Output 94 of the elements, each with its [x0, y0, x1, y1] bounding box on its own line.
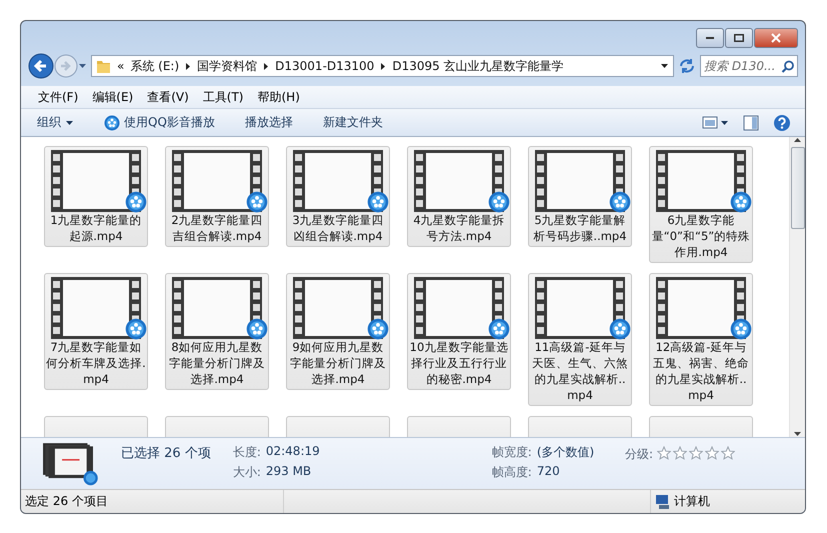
- preview-pane-icon[interactable]: [743, 114, 759, 130]
- rating-label: 分级:: [624, 446, 653, 463]
- star-icon[interactable]: [689, 446, 703, 460]
- player-icon: [246, 318, 268, 340]
- file-tile[interactable]: 6九星数字能量“0”和“5”的特殊作用.mp4: [649, 146, 753, 263]
- history-dropdown-icon[interactable]: [78, 62, 87, 70]
- file-name: 4九星数字能量拆号方法.mp4: [412, 212, 506, 244]
- file-name: 12高级篇-延年与五鬼、祸害、绝命的九星实战解析..mp4: [652, 339, 750, 403]
- star-icon[interactable]: [673, 446, 687, 460]
- scrollbar[interactable]: [789, 137, 805, 437]
- refresh-icon[interactable]: [678, 57, 696, 75]
- star-icon[interactable]: [705, 446, 719, 460]
- status-text: 选定 26 个项目: [25, 493, 108, 510]
- player-icon: [367, 318, 389, 340]
- minimize-icon: [706, 37, 714, 39]
- star-icon[interactable]: [721, 446, 735, 460]
- player-icon: [488, 318, 510, 340]
- dropdown-caret-icon[interactable]: [660, 62, 669, 70]
- search-field[interactable]: 搜索 D130...: [700, 55, 798, 77]
- file-name: 8如何应用九星数字能量分析门牌及选择.mp4: [168, 339, 266, 387]
- toolbar-button[interactable]: 播放选择: [242, 111, 295, 134]
- file-name: 9如何应用九星数字能量分析门牌及选择.mp4: [289, 339, 387, 387]
- file-tile[interactable]: 11高级篇-延年与天医、生气、六煞的九星实战解析..mp4: [528, 273, 632, 406]
- breadcrumb-item[interactable]: 系统 (E:): [130, 58, 180, 74]
- file-tile[interactable]: 2九星数字能量四吉组合解读.mp4: [165, 146, 269, 247]
- player-icon: [104, 114, 120, 130]
- menu-item[interactable]: 工具(T): [196, 86, 250, 108]
- file-tile[interactable]: 8如何应用九星数字能量分析门牌及选择.mp4: [165, 273, 269, 390]
- breadcrumb-item[interactable]: 国学资料馆: [197, 58, 258, 74]
- breadcrumb-overflow[interactable]: «: [117, 59, 124, 73]
- breadcrumb-item[interactable]: D13095 玄山业九星数字能量学: [392, 58, 564, 74]
- minimize-button[interactable]: [696, 28, 724, 48]
- computer-icon: [655, 494, 670, 510]
- chevron-icon[interactable]: [380, 62, 386, 70]
- property-label: 大小:: [232, 464, 261, 481]
- view-options-icon[interactable]: [702, 115, 729, 130]
- folder-icon: [96, 58, 111, 74]
- property-value: 02:48:19: [266, 444, 320, 460]
- property-label: 帧高度:: [492, 464, 532, 481]
- property-label: 长度:: [232, 444, 261, 461]
- file-name: 11高级篇-延年与天医、生气、六煞的九星实战解析..mp4: [531, 339, 629, 403]
- property-value: 720: [536, 464, 561, 480]
- chevron-icon[interactable]: [185, 62, 192, 70]
- file-name: 3九星数字能量四凶组合解读.mp4: [291, 212, 385, 244]
- property-value: (多个数值): [536, 444, 594, 461]
- search-icon: [781, 60, 794, 72]
- help-icon[interactable]: [773, 114, 791, 132]
- file-tile[interactable]: 3九星数字能量四凶组合解读.mp4: [286, 146, 390, 247]
- scroll-thumb[interactable]: [790, 147, 804, 229]
- file-tile[interactable]: 1九星数字能量的起源.mp4: [44, 146, 148, 247]
- back-button[interactable]: [28, 53, 54, 79]
- file-name: 10九星数字能量选择行业及五行行业的秘密.mp4: [409, 339, 509, 387]
- player-icon: [125, 191, 147, 213]
- file-name: 5九星数字能量解析号码步骤..mp4: [532, 212, 628, 244]
- selection-summary: 已选择 26 个项: [121, 445, 211, 463]
- player-icon: [367, 191, 389, 213]
- caret-icon: [65, 118, 74, 126]
- property-value: 293 MB: [266, 464, 312, 480]
- star-icon[interactable]: [657, 446, 671, 460]
- breadcrumb-item[interactable]: D13001-D13100: [275, 59, 374, 73]
- video-stack-thumbnail: [41, 440, 99, 486]
- file-name: 6九星数字能量“0”和“5”的特殊作用.mp4: [651, 212, 751, 260]
- toolbar-button[interactable]: 组织: [35, 111, 76, 134]
- close-icon: [771, 33, 781, 43]
- player-icon: [488, 191, 510, 213]
- player-icon: [609, 191, 631, 213]
- file-name: 7九星数字能量如何分析车牌及选择.mp4: [46, 339, 146, 387]
- maximize-icon: [734, 34, 744, 42]
- file-tile[interactable]: 7九星数字能量如何分析车牌及选择.mp4: [44, 273, 148, 390]
- toolbar-button[interactable]: 新建文件夹: [320, 111, 385, 134]
- player-icon: [125, 318, 147, 340]
- maximize-button[interactable]: [725, 28, 753, 48]
- player-icon: [246, 191, 268, 213]
- menu-item[interactable]: 文件(F): [31, 86, 86, 108]
- property-label: 帧宽度:: [492, 444, 532, 461]
- menu-item[interactable]: 编辑(E): [85, 86, 140, 108]
- file-tile[interactable]: 9如何应用九星数字能量分析门牌及选择.mp4: [286, 273, 390, 390]
- player-icon: [609, 318, 631, 340]
- location-text: 计算机: [674, 493, 710, 510]
- menu-item[interactable]: 查看(V): [140, 86, 196, 108]
- player-icon: [730, 191, 752, 213]
- address-bar[interactable]: « 系统 (E:) 国学资料馆 D13001-D13100 D13095 玄山业九星数字能量学: [91, 55, 674, 77]
- file-tile[interactable]: 12高级篇-延年与五鬼、祸害、绝命的九星实战解析..mp4: [649, 273, 753, 406]
- player-icon: [730, 318, 752, 340]
- toolbar-button[interactable]: 使用QQ影音播放: [102, 111, 217, 134]
- close-button[interactable]: [754, 28, 798, 48]
- rating-stars[interactable]: [657, 446, 735, 460]
- file-name: 2九星数字能量四吉组合解读.mp4: [170, 212, 264, 244]
- file-tile[interactable]: 4九星数字能量拆号方法.mp4: [407, 146, 511, 247]
- file-name: 1九星数字能量的起源.mp4: [49, 212, 143, 244]
- menu-item[interactable]: 帮助(H): [250, 86, 307, 108]
- file-tile[interactable]: 10九星数字能量选择行业及五行行业的秘密.mp4: [407, 273, 511, 390]
- file-tile[interactable]: 5九星数字能量解析号码步骤..mp4: [528, 146, 632, 247]
- chevron-icon[interactable]: [263, 62, 270, 70]
